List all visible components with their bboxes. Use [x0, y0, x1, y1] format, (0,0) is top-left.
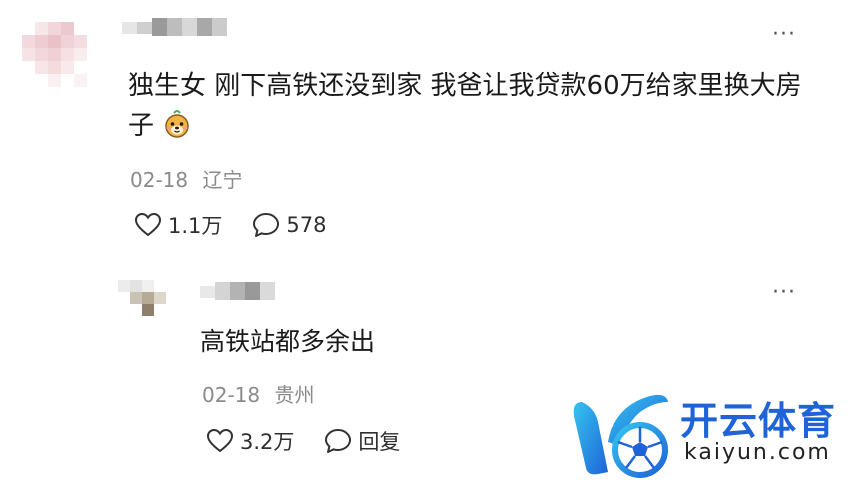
reply-username[interactable]: [200, 282, 290, 300]
brand-name-cn: 开云体育: [680, 399, 837, 443]
reply-like-button[interactable]: 3.2万: [206, 426, 294, 456]
comment-bubble-icon: [253, 213, 280, 237]
like-count: 1.1万: [168, 214, 223, 238]
reply-button[interactable]: 回复: [324, 426, 400, 456]
reply-text: 高铁站都多余出: [200, 327, 376, 356]
comment-bubble-icon: [325, 429, 352, 453]
comment-body: 独生女 刚下高铁还没到家 我爸让我贷款60万给家里换大房子: [128, 71, 802, 141]
reply-avatar[interactable]: [118, 280, 178, 320]
like-button[interactable]: 1.1万: [134, 210, 222, 240]
more-options-button[interactable]: ···: [772, 24, 796, 46]
heart-icon: [206, 428, 234, 453]
kaiyun-logo-icon: [573, 394, 668, 478]
comment-actions: 1.1万 578: [134, 210, 327, 240]
reply-like-count: 3.2万: [240, 430, 295, 454]
reply-date: 02-18: [202, 383, 261, 407]
reply-location: 贵州: [274, 383, 315, 407]
reply-label: 回复: [358, 430, 401, 454]
username[interactable]: [122, 18, 232, 36]
reply-actions: 3.2万 回复: [206, 426, 400, 456]
reply-more-options-button[interactable]: ···: [772, 282, 796, 304]
watermark-logo: 开云体育 kaiyun.com: [568, 382, 852, 486]
comment-date: 02-18: [130, 168, 189, 192]
dog-face-emoji-icon: [165, 110, 190, 138]
reply-meta: 02-18 贵州: [202, 379, 314, 408]
comment-location: 辽宁: [202, 168, 243, 192]
comment-text: 独生女 刚下高铁还没到家 我爸让我贷款60万给家里换大房子: [128, 66, 808, 146]
avatar[interactable]: [22, 22, 100, 100]
comment-meta: 02-18 辽宁: [130, 164, 242, 193]
heart-icon: [134, 212, 162, 237]
reply-count: 578: [286, 213, 327, 237]
brand-name-en: kaiyun.com: [684, 440, 831, 465]
reply-count-button[interactable]: 578: [252, 212, 327, 238]
